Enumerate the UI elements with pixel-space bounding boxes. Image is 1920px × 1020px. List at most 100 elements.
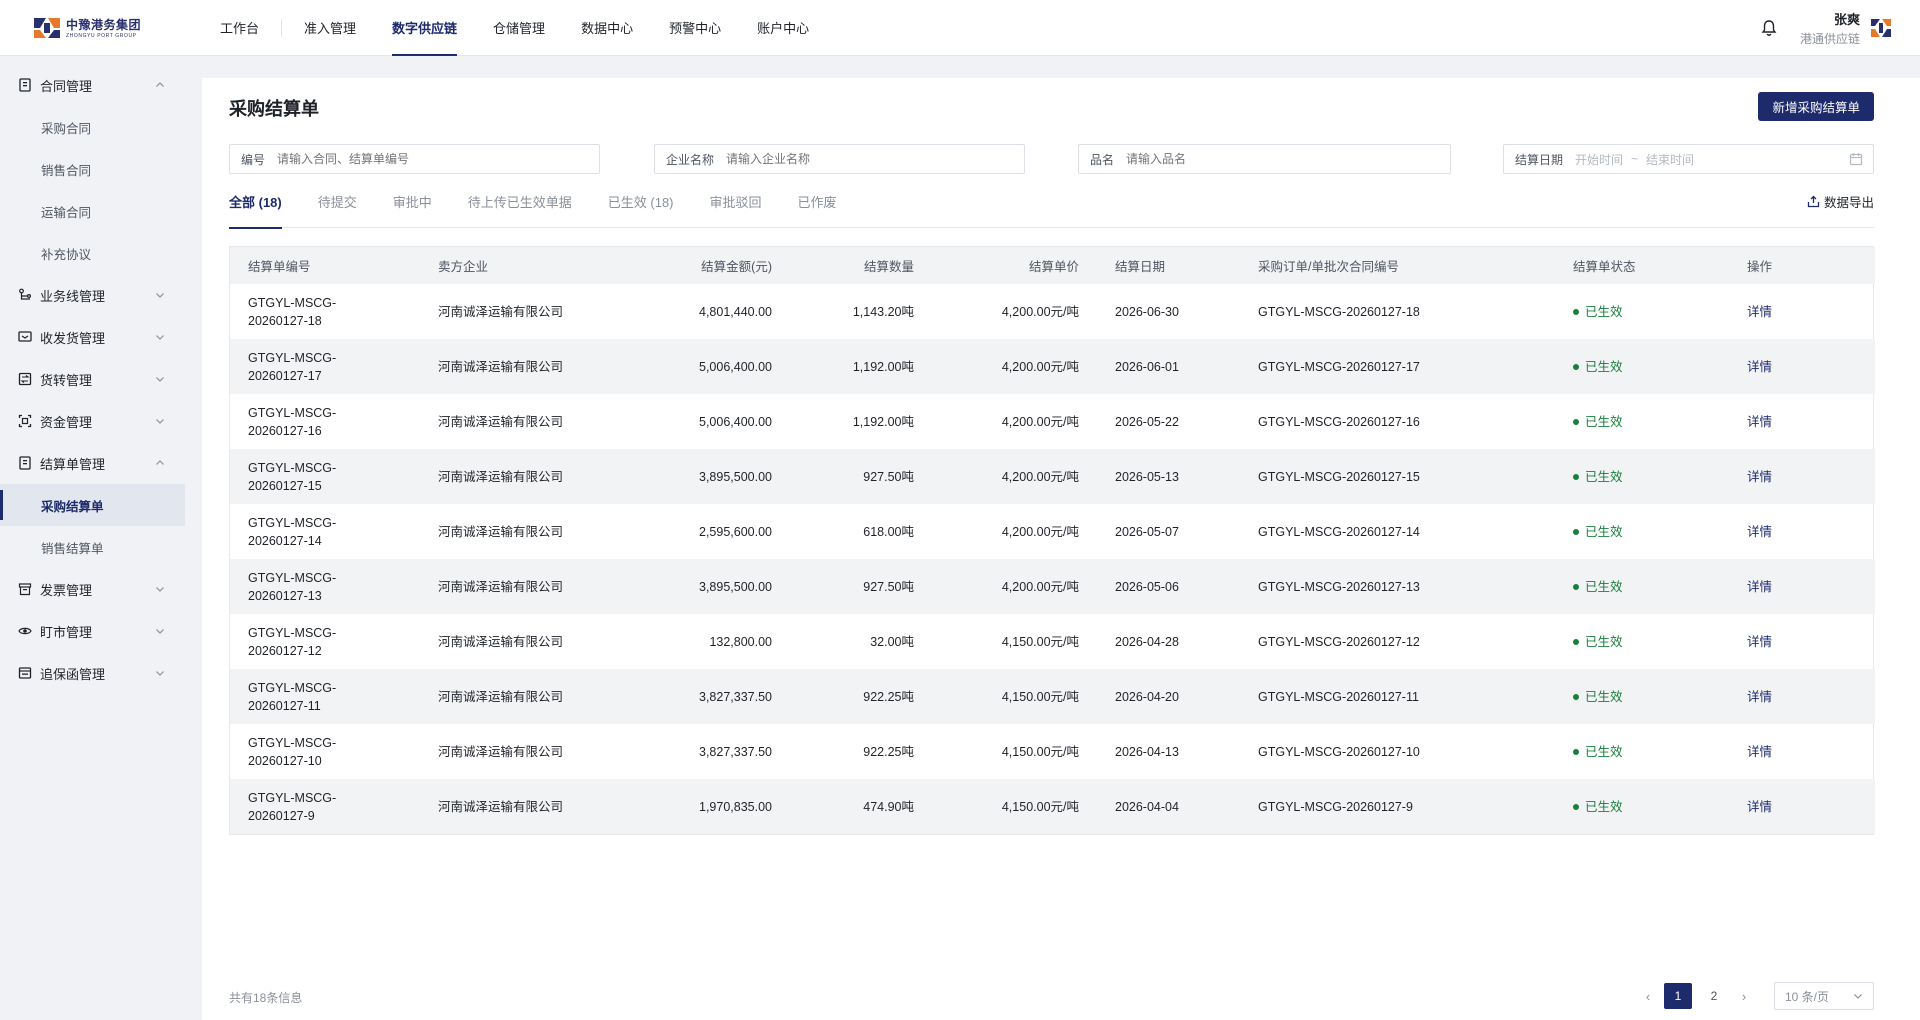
sidebar-group-mark-to-market[interactable]: 盯市管理 — [0, 610, 185, 652]
date-cell: 2026-04-13 — [1115, 744, 1179, 759]
amount-cell: 3,895,500.00 — [630, 559, 790, 614]
seller-cell: 河南诚泽运输有限公司 — [420, 669, 630, 724]
sidebar-group-transfer[interactable]: 货转管理 — [0, 358, 185, 400]
nav-access-management[interactable]: 准入管理 — [286, 0, 374, 56]
unit-price-cell: 4,150.00元/吨 — [1001, 744, 1079, 759]
tab-all[interactable]: 全部 (18) — [229, 190, 282, 229]
sidebar-item-transport-contract[interactable]: 运输合同 — [0, 190, 185, 232]
nav-warehouse-management[interactable]: 仓储管理 — [475, 0, 563, 56]
main-panel: 采购结算单 新增采购结算单 编号 企业名称 品名 结算日期 开始时间 ~ 结束时… — [202, 78, 1920, 1020]
tab-in-approval[interactable]: 审批中 — [393, 190, 432, 228]
detail-link[interactable]: 详情 — [1747, 745, 1772, 759]
bell-icon[interactable] — [1760, 19, 1778, 37]
page-size-select[interactable]: 10 条/页 — [1774, 982, 1874, 1010]
column-header: 操作 — [1729, 247, 1875, 284]
action-cell: 详情 — [1729, 284, 1875, 339]
nav-digital-supply-chain[interactable]: 数字供应链 — [374, 0, 475, 56]
detail-link[interactable]: 详情 — [1747, 800, 1772, 814]
settlement-code-cell: GTGYL-MSCG- 20260127-11 — [230, 669, 420, 724]
action-cell: 详情 — [1729, 504, 1875, 559]
add-purchase-settlement-button[interactable]: 新增采购结算单 — [1758, 92, 1874, 121]
nav-workbench[interactable]: 工作台 — [202, 0, 277, 56]
detail-link[interactable]: 详情 — [1747, 690, 1772, 704]
settlement-code-line1: GTGYL-MSCG- — [248, 735, 337, 750]
status-cell: 已生效 — [1555, 779, 1729, 834]
eye-icon — [18, 627, 32, 635]
detail-link[interactable]: 详情 — [1747, 470, 1772, 484]
user-name: 张爽 — [1833, 12, 1860, 27]
tab-pending-upload[interactable]: 待上传已生效单据 — [468, 190, 572, 228]
user-info[interactable]: 张爽 港通供应链 — [1800, 9, 1860, 47]
page-button-1[interactable]: 1 — [1664, 983, 1692, 1009]
prev-page-button[interactable]: ‹ — [1636, 983, 1660, 1009]
next-page-button[interactable]: › — [1732, 983, 1756, 1009]
avatar[interactable] — [1870, 17, 1892, 39]
sidebar-item-purchase-contract[interactable]: 采购合同 — [0, 106, 185, 148]
settlement-code-line2: 20260127-17 — [248, 368, 322, 383]
main-nav: 工作台 准入管理 数字供应链 仓储管理 数据中心 预警中心 账户中心 — [202, 0, 827, 56]
sidebar-item-purchase-settlement[interactable]: 采购结算单 — [0, 484, 185, 526]
product-search-input[interactable] — [1126, 152, 1450, 166]
sidebar-item-sales-contract[interactable]: 销售合同 — [0, 148, 185, 190]
tab-effective[interactable]: 已生效 (18) — [608, 190, 674, 228]
nav-account-center[interactable]: 账户中心 — [739, 0, 827, 56]
user-area: 张爽 港通供应链 — [1760, 0, 1892, 56]
tab-voided[interactable]: 已作废 — [798, 190, 837, 228]
sidebar-group-settlement[interactable]: 结算单管理 — [0, 442, 185, 484]
page-button-2[interactable]: 2 — [1700, 983, 1728, 1009]
sidebar-item-sales-settlement[interactable]: 销售结算单 — [0, 526, 185, 568]
fund-icon — [18, 414, 32, 428]
settlement-code-line2: 20260127-11 — [248, 698, 321, 713]
quantity-cell: 1,143.20吨 — [852, 304, 914, 319]
company-logo[interactable]: 中豫港务集团 ZHONGYU PORT GROUP — [0, 0, 160, 56]
quantity-cell: 1,192.00吨 — [852, 414, 914, 429]
detail-link[interactable]: 详情 — [1747, 360, 1772, 374]
calendar-icon[interactable] — [1849, 152, 1863, 166]
logo-cn-text: 中豫港务集团 — [66, 18, 142, 32]
amount-cell: 132,800.00 — [709, 634, 772, 649]
date-range-filter[interactable]: 结算日期 开始时间 ~ 结束时间 — [1503, 144, 1874, 174]
start-date-input[interactable]: 开始时间 — [1575, 151, 1623, 168]
chevron-down-icon — [156, 293, 164, 298]
unit-price-cell: 4,150.00元/吨 — [932, 669, 1097, 724]
status-badge: 已生效 — [1573, 358, 1623, 376]
export-button[interactable]: 数据导出 — [1807, 192, 1874, 211]
settlement-code-line2: 20260127-18 — [248, 313, 322, 328]
total-count: 共有18条信息 — [229, 991, 303, 1005]
sidebar-item-supplementary-agreement[interactable]: 补充协议 — [0, 232, 185, 274]
contract-cell: GTGYL-MSCG-20260127-15 — [1240, 449, 1555, 504]
contract-icon — [19, 78, 31, 92]
chevron-down-icon — [1854, 994, 1862, 999]
sidebar-group-guarantee[interactable]: 追保函管理 — [0, 652, 185, 694]
sidebar-group-contract[interactable]: 合同管理 — [0, 64, 185, 106]
amount-cell: 2,595,600.00 — [699, 524, 772, 539]
seller-cell: 河南诚泽运输有限公司 — [438, 744, 564, 759]
seller-cell: 河南诚泽运输有限公司 — [420, 559, 630, 614]
sidebar-group-business-line[interactable]: 业务线管理 — [0, 274, 185, 316]
contract-cell: GTGYL-MSCG-20260127-16 — [1258, 414, 1420, 429]
table-row: GTGYL-MSCG- 20260127-10 河南诚泽运输有限公司 3,827,33… — [230, 724, 1875, 779]
sidebar-group-shipping[interactable]: 收发货管理 — [0, 316, 185, 358]
date-cell: 2026-04-20 — [1097, 669, 1240, 724]
date-separator: ~ — [1631, 152, 1639, 166]
nav-alert-center[interactable]: 预警中心 — [651, 0, 739, 56]
tab-pending-submit[interactable]: 待提交 — [318, 190, 357, 228]
detail-link[interactable]: 详情 — [1747, 415, 1772, 429]
nav-divider — [281, 18, 283, 37]
sidebar-group-invoice[interactable]: 发票管理 — [0, 568, 185, 610]
code-search-input[interactable] — [277, 152, 599, 166]
sidebar-group-fund[interactable]: 资金管理 — [0, 400, 185, 442]
date-cell: 2026-04-04 — [1097, 779, 1240, 834]
detail-link[interactable]: 详情 — [1747, 580, 1772, 594]
company-search-input[interactable] — [726, 152, 1024, 166]
contract-cell: GTGYL-MSCG-20260127-18 — [1258, 304, 1420, 319]
column-header: 结算日期 — [1097, 247, 1240, 284]
sidebar-group-label: 发票管理 — [40, 582, 93, 598]
tab-rejected[interactable]: 审批驳回 — [710, 190, 762, 228]
detail-link[interactable]: 详情 — [1747, 525, 1772, 539]
detail-link[interactable]: 详情 — [1747, 635, 1772, 649]
detail-link[interactable]: 详情 — [1747, 305, 1772, 319]
settlement-code-cell: GTGYL-MSCG- 20260127-12 — [230, 614, 420, 669]
end-date-input[interactable]: 结束时间 — [1646, 151, 1694, 168]
nav-data-center[interactable]: 数据中心 — [563, 0, 651, 56]
